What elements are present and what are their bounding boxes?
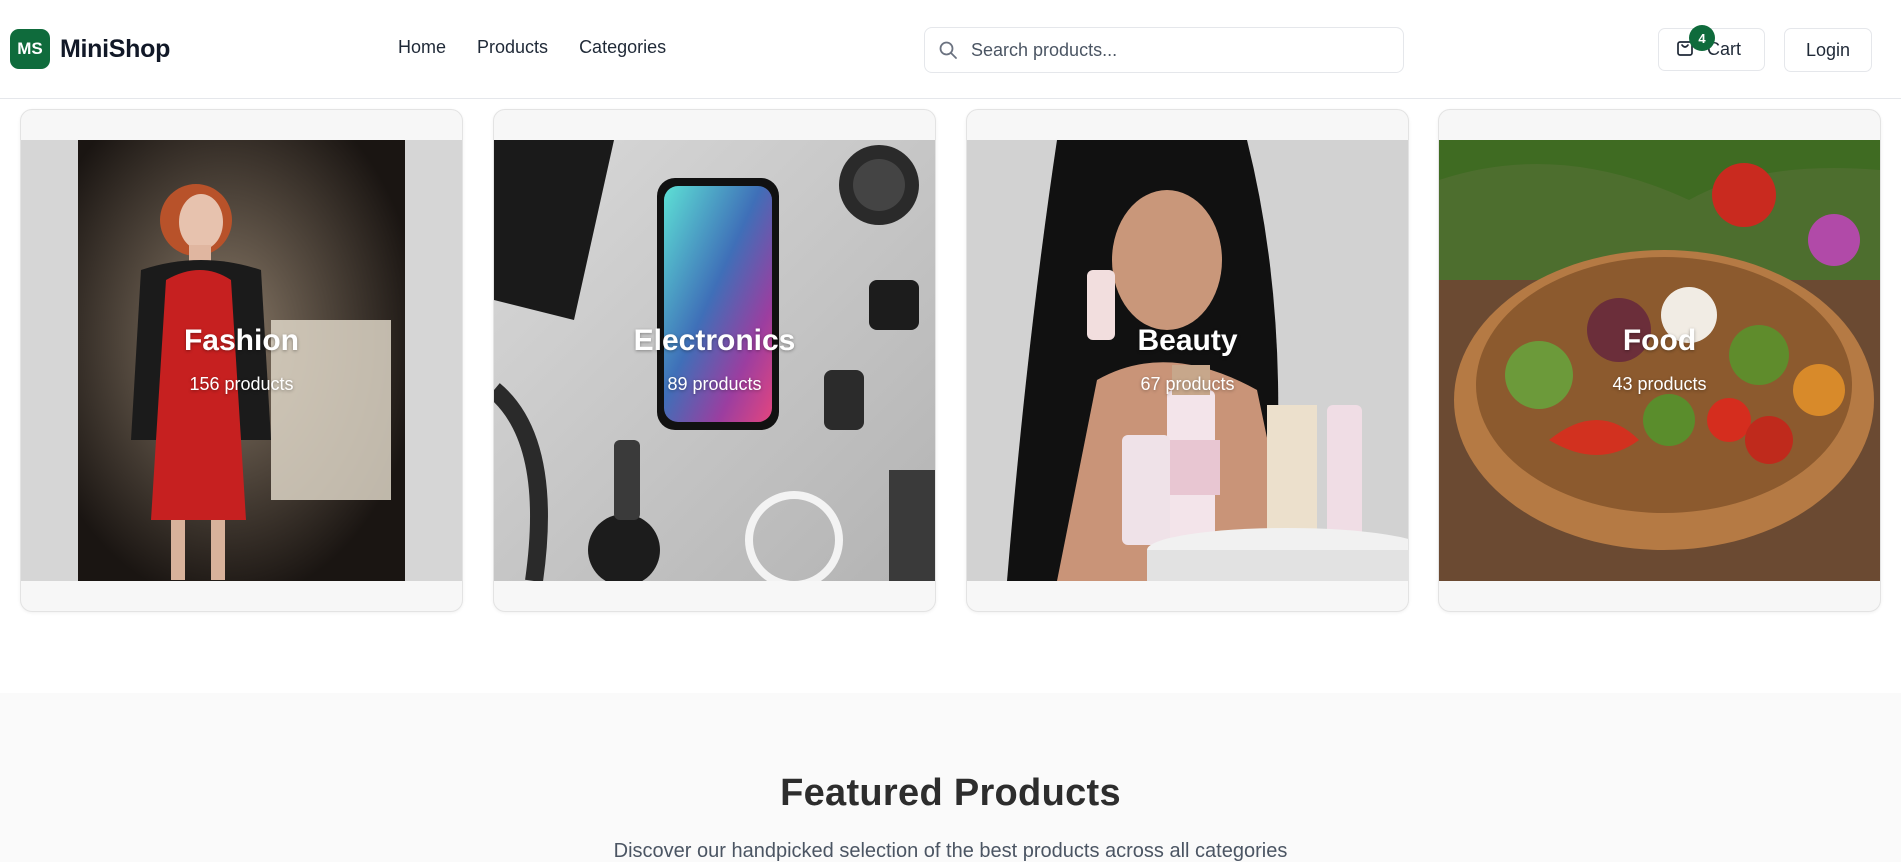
brand-logo[interactable]: MS MiniShop — [10, 29, 170, 69]
category-count: 43 products — [1612, 374, 1707, 394]
login-button[interactable]: Login — [1784, 28, 1872, 72]
cart-button[interactable]: 4 Cart — [1658, 25, 1765, 71]
site-header: MS MiniShop Home Products Categories 4 C… — [0, 0, 1901, 99]
category-count: 67 products — [1140, 374, 1235, 394]
category-title: Food — [1622, 324, 1697, 357]
category-card-electronics[interactable]: Electronics 89 products — [493, 109, 936, 612]
nav-categories[interactable]: Categories — [579, 37, 666, 58]
nav-products[interactable]: Products — [477, 37, 548, 58]
section-title: Featured Products — [780, 772, 1121, 814]
category-card-fashion[interactable]: Fashion 156 products — [20, 109, 463, 612]
category-image-beauty — [967, 140, 1408, 581]
logo-badge: MS — [10, 29, 50, 69]
category-count: 156 products — [189, 374, 294, 394]
search-icon — [925, 28, 971, 72]
category-title: Beauty — [1137, 324, 1238, 357]
category-title: Fashion — [183, 324, 299, 357]
category-card-beauty[interactable]: Beauty 67 products — [966, 109, 1409, 612]
brand-name: MiniShop — [60, 34, 171, 63]
category-title: Electronics — [633, 324, 796, 357]
category-image-electronics — [494, 140, 935, 581]
section-subtitle: Discover our handpicked selection of the… — [613, 840, 1288, 862]
category-image-food — [1439, 140, 1880, 581]
featured-section: Featured Products Discover our handpicke… — [0, 693, 1901, 862]
search-input[interactable] — [971, 39, 1371, 61]
nav-home[interactable]: Home — [398, 37, 446, 58]
search-box — [924, 27, 1404, 73]
main-nav: Home Products Categories — [398, 37, 666, 58]
category-image-fashion — [21, 140, 462, 581]
cart-count-badge: 4 — [1689, 25, 1715, 51]
category-count: 89 products — [667, 374, 762, 394]
category-card-food[interactable]: Food 43 products — [1438, 109, 1881, 612]
